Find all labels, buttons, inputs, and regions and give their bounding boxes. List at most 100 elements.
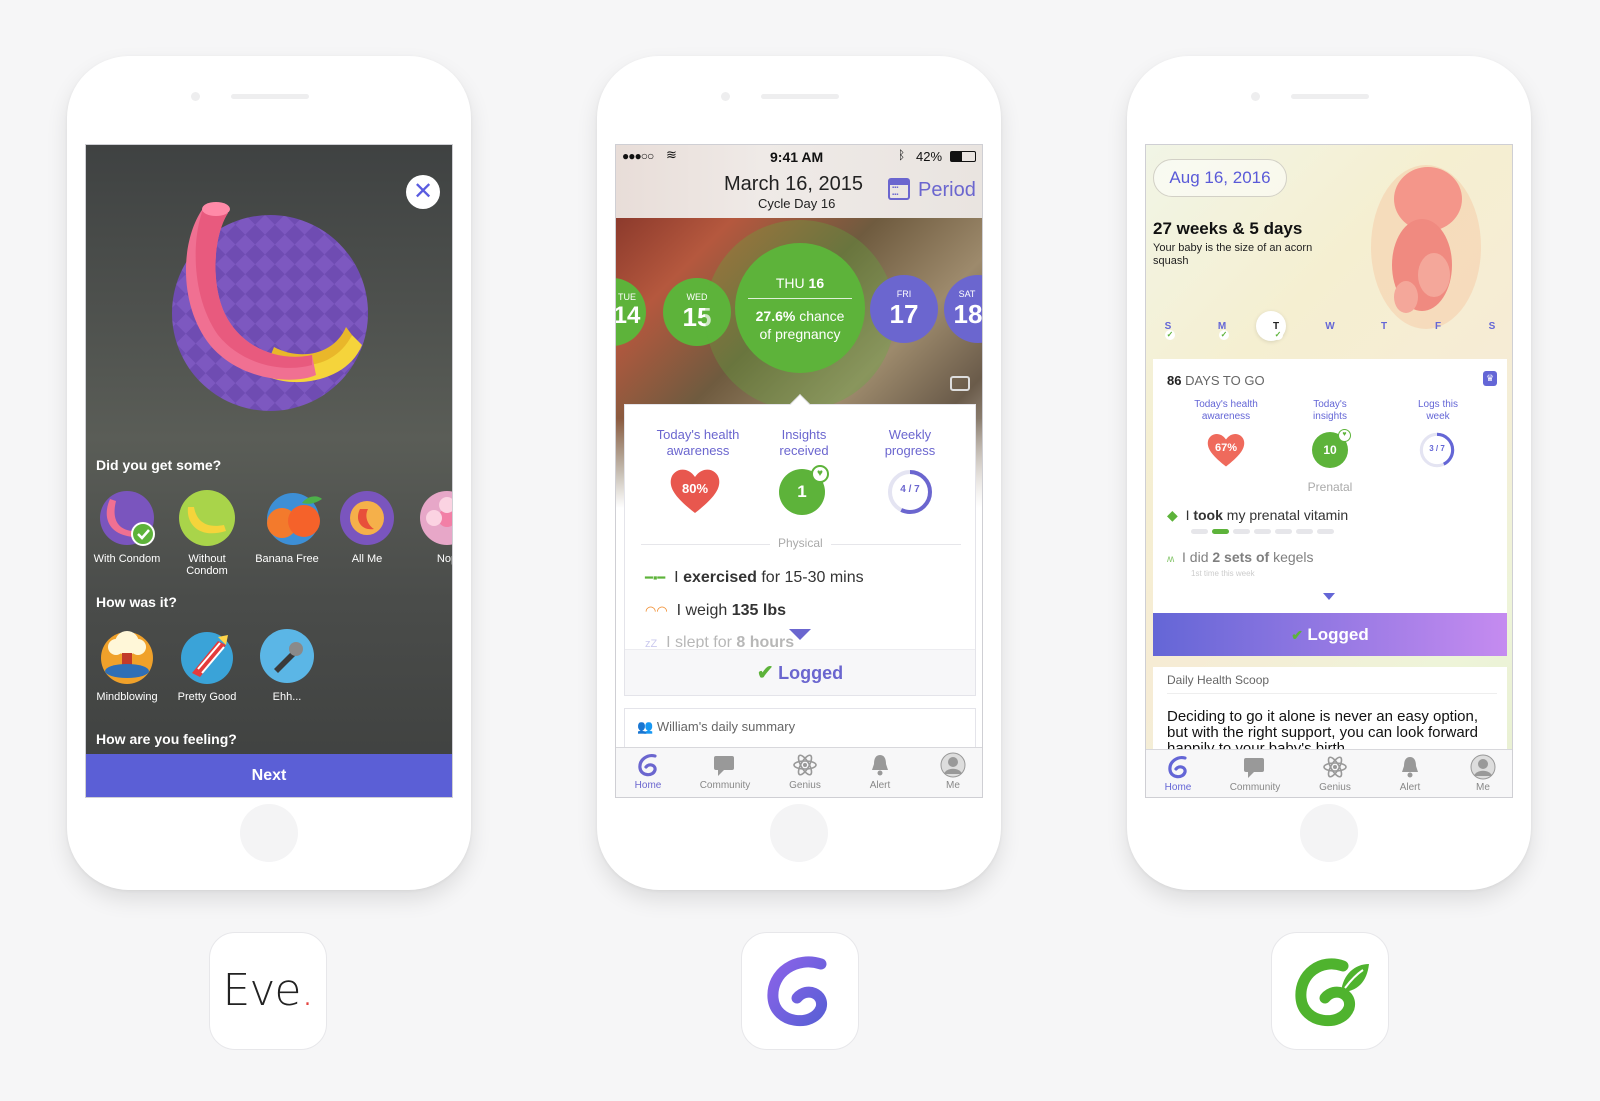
log-kegels[interactable]: ʍ I did 2 sets of kegels	[1167, 549, 1314, 565]
metric-insights-label: Today's insights	[1313, 399, 1347, 422]
weekday-mon[interactable]: M ✓	[1212, 321, 1232, 340]
tab-home[interactable]: Home	[616, 752, 685, 791]
log-sleep[interactable]: zZ I slept for 8 hours	[645, 634, 794, 648]
log-exercise[interactable]: ━▪━ I exercised for 15-30 mins	[645, 569, 864, 587]
glow-logo-icon	[767, 956, 827, 1027]
glow-app-icon[interactable]	[741, 932, 859, 1050]
option-ehh[interactable]: Ehh...	[248, 627, 326, 703]
option-without-condom[interactable]: Without Condom	[168, 489, 246, 577]
option-label: Ehh...	[272, 691, 302, 703]
glow-screen: ●●●○○ ≋ 9:41 AM ᛒ 42% March 16, 2015 Cyc…	[615, 144, 983, 798]
phone-home-button[interactable]	[240, 804, 298, 862]
tab-alert[interactable]: Alert	[843, 752, 917, 791]
tab-home[interactable]: Home	[1146, 754, 1215, 793]
cycle-day: Cycle Day 16	[758, 196, 836, 211]
metric-health-label: Today's health awareness	[656, 427, 740, 458]
tab-community[interactable]: Community	[688, 752, 762, 791]
phone-home-button[interactable]	[1300, 804, 1358, 862]
health-value: 67%	[1214, 442, 1238, 454]
chat-icon	[712, 752, 738, 778]
glow-logo-icon	[635, 752, 661, 778]
phone-home-button[interactable]	[770, 804, 828, 862]
option-with-condom[interactable]: With Condom	[88, 489, 166, 565]
option-pretty-good[interactable]: Pretty Good	[168, 627, 246, 703]
option-banana-free[interactable]: Banana Free	[248, 489, 326, 565]
question-how-are-you-feeling: How are you feeling?	[96, 731, 237, 747]
log-weight[interactable]: ◠◠ I weigh 135 lbs	[645, 602, 786, 620]
insights-badge[interactable]: 1 ♥	[779, 465, 829, 515]
phone-speaker	[231, 94, 309, 99]
expand-arrow-icon[interactable]	[789, 629, 811, 640]
vitamin-streak	[1191, 529, 1334, 534]
expand-arrow-icon[interactable]	[1323, 593, 1335, 600]
fetus-illustration	[1371, 165, 1481, 329]
eve-wordmark: Eve.	[222, 965, 315, 1016]
heart-icon[interactable]: 67%	[1206, 432, 1246, 468]
wifi-icon: ≋	[666, 147, 677, 162]
calendar-icon[interactable]: ▪▪▪ ▪▪▪	[888, 178, 910, 200]
phone-speaker	[1291, 94, 1369, 99]
avatar-icon	[1470, 754, 1496, 780]
heart-icon[interactable]: 80%	[669, 467, 721, 515]
logged-button[interactable]: ✔ Logged	[625, 649, 975, 695]
phone-nurture: Aug 16, 2016 27 weeks & 5 days Your baby…	[1127, 56, 1531, 890]
question-how-was-it: How was it?	[96, 594, 177, 610]
pregnancy-chance: 27.6% chance of pregnancy	[755, 308, 845, 342]
pill-icon: ◆	[1167, 507, 1178, 523]
check-icon: ✓	[1219, 330, 1229, 340]
battery-percent: 42%	[916, 149, 943, 164]
party-horn-option-icon	[260, 629, 314, 683]
check-icon: ✓	[1273, 330, 1283, 340]
people-icon: 👥	[637, 719, 654, 734]
period-link[interactable]: Period	[918, 179, 976, 202]
date-pill[interactable]: Aug 16, 2016	[1153, 159, 1287, 197]
bell-icon	[867, 752, 893, 778]
weekday-tue[interactable]: T ✓	[1266, 321, 1286, 340]
weekday-fri[interactable]: F	[1428, 321, 1448, 332]
option-label: Mindblowing	[96, 691, 158, 703]
log-vitamin[interactable]: ◆ I took my prenatal vitamin	[1167, 507, 1348, 524]
day-fri[interactable]: FRI 17	[870, 275, 938, 343]
nurture-app-icon[interactable]	[1271, 932, 1389, 1050]
battery-icon	[950, 151, 976, 162]
option-label: All Me	[351, 553, 383, 565]
weekday-sun[interactable]: S ✓	[1158, 321, 1178, 340]
metric-weekly-label: Weekly progress	[884, 427, 936, 458]
check-icon: ✔	[756, 662, 774, 684]
insights-badge[interactable]: 10 ♥	[1312, 429, 1351, 468]
weekday-wed[interactable]: W	[1320, 321, 1340, 332]
bluetooth-icon: ᛒ	[898, 148, 906, 162]
option-label: With Condom	[93, 553, 161, 565]
tab-me[interactable]: Me	[1446, 754, 1512, 793]
weekday-sat[interactable]: S	[1482, 321, 1502, 332]
health-scoop-card[interactable]: Daily Health Scoop Deciding to go it alo…	[1153, 667, 1507, 757]
days-to-go: 86 DAYS TO GO	[1167, 373, 1265, 388]
tab-me[interactable]: Me	[916, 752, 982, 791]
tab-genius[interactable]: Genius	[1298, 754, 1372, 793]
nurture-screen: Aug 16, 2016 27 weeks & 5 days Your baby…	[1145, 144, 1513, 798]
tab-alert[interactable]: Alert	[1373, 754, 1447, 793]
camera-icon[interactable]	[950, 376, 970, 391]
metric-health-label: Today's health awareness	[1194, 399, 1258, 422]
eve-app-icon[interactable]: Eve.	[209, 932, 327, 1050]
logs-progress-ring[interactable]: 3 / 7	[1419, 432, 1455, 468]
weekday-thu[interactable]: T	[1374, 321, 1394, 332]
logged-button[interactable]: ✔ Logged	[1153, 613, 1507, 656]
option-all-me[interactable]: All Me	[328, 489, 406, 565]
section-physical: Physical	[770, 536, 831, 550]
option-mindblowing[interactable]: Mindblowing	[88, 627, 166, 703]
metric-logs-label: Logs this week	[1417, 399, 1459, 422]
banana-condom-option-icon	[100, 491, 155, 546]
close-icon[interactable]: ✕	[406, 175, 440, 209]
weekly-progress-ring[interactable]: 4 / 7	[887, 469, 933, 515]
tab-community[interactable]: Community	[1218, 754, 1292, 793]
tab-genius[interactable]: Genius	[768, 752, 842, 791]
next-button[interactable]: Next	[86, 754, 452, 797]
premium-badge-icon[interactable]: ♛	[1483, 371, 1497, 386]
day-today[interactable]: THU 16 27.6% chance of pregnancy	[735, 243, 865, 373]
option-nop[interactable]: Nop	[408, 489, 452, 565]
atom-icon	[792, 752, 818, 778]
health-value: 80%	[681, 481, 709, 496]
scoop-text: Deciding to go it alone is never an easy…	[1167, 709, 1479, 749]
dumbbell-icon: ━▪━	[645, 570, 666, 585]
